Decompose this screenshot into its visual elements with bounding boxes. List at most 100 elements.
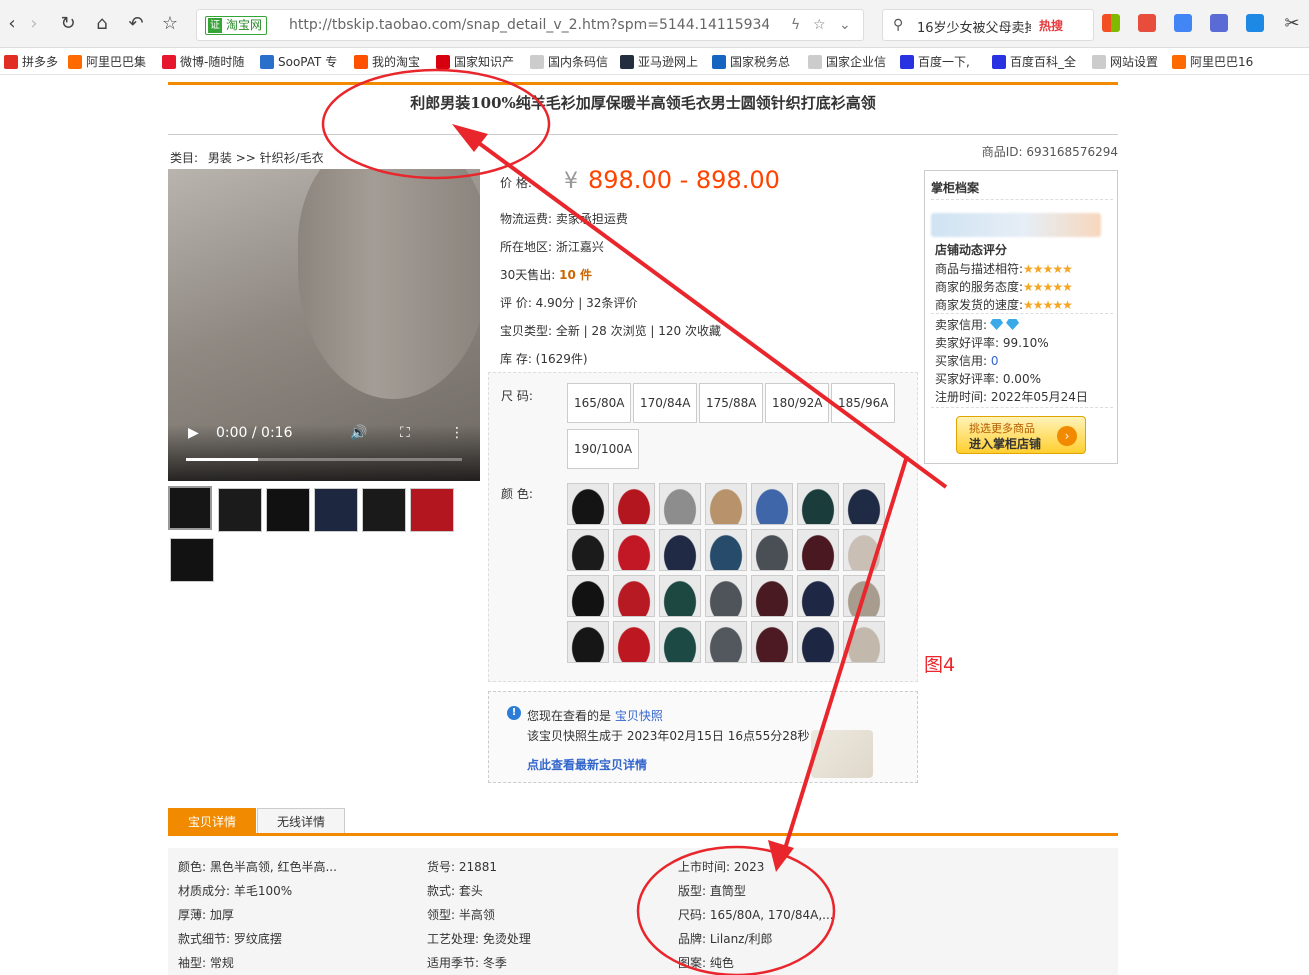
bookmark-favicon-icon <box>712 55 726 69</box>
thumbnail-5[interactable] <box>362 488 406 532</box>
color-swatch[interactable] <box>567 621 609 663</box>
color-swatch[interactable] <box>659 483 701 525</box>
bookmark-item[interactable]: 国家税务总 <box>712 53 790 70</box>
size-option[interactable]: 190/100A <box>567 429 640 469</box>
attribute-item: 上市时间: 2023 <box>678 860 765 874</box>
color-swatch[interactable] <box>705 621 747 663</box>
color-swatch[interactable] <box>705 483 747 525</box>
color-swatch[interactable] <box>613 575 655 617</box>
game-icon[interactable] <box>1138 14 1156 32</box>
color-swatch[interactable] <box>843 529 885 571</box>
search-box[interactable]: ⚲ 16岁少女被父母卖掉 热搜 <box>882 9 1094 41</box>
apps-icon[interactable] <box>1102 14 1120 32</box>
color-swatch[interactable] <box>705 575 747 617</box>
color-swatch[interactable] <box>613 621 655 663</box>
bookmark-item[interactable]: 阿里巴巴集 <box>68 53 146 70</box>
color-swatch[interactable] <box>705 529 747 571</box>
video-progress-bar[interactable] <box>186 458 462 461</box>
color-swatch[interactable] <box>843 483 885 525</box>
bookmark-item[interactable]: 阿里巴巴16 <box>1172 53 1253 70</box>
volume-icon[interactable]: 🔊 <box>350 425 367 441</box>
breadcrumb-path[interactable]: 男装 >> 针织衫/毛衣 <box>208 151 324 165</box>
size-option[interactable]: 180/92A <box>765 383 830 423</box>
bookmark-item[interactable]: 网站设置 <box>1092 53 1158 70</box>
fullscreen-icon[interactable]: ⛶ <box>400 425 410 441</box>
chevron-down-icon[interactable]: ⌄ <box>839 17 851 33</box>
color-swatch[interactable] <box>751 483 793 525</box>
bookmark-item[interactable]: 拼多多 <box>4 53 58 70</box>
bookmark-item[interactable]: 国内条码信 <box>530 53 608 70</box>
snapshot-link[interactable]: 宝贝快照 <box>615 709 663 723</box>
seller-divider-3 <box>931 407 1113 408</box>
color-swatch[interactable] <box>751 621 793 663</box>
color-swatch[interactable] <box>797 575 839 617</box>
url-text[interactable]: http://tbskip.taobao.com/snap_detail_v_2… <box>289 17 769 33</box>
color-swatch[interactable] <box>659 529 701 571</box>
color-swatch[interactable] <box>843 621 885 663</box>
bookmark-item[interactable]: SooPAT 专 <box>260 53 337 70</box>
translate-icon[interactable] <box>1174 14 1192 32</box>
thumbnail-1[interactable] <box>168 486 212 530</box>
attribute-item: 工艺处理: 免烫处理 <box>427 932 531 946</box>
color-swatch[interactable] <box>567 575 609 617</box>
breadcrumb-label: 类目: <box>170 151 199 165</box>
arrow-right-icon: › <box>1057 426 1077 446</box>
size-option[interactable]: 170/84A <box>633 383 698 423</box>
color-swatch[interactable] <box>751 575 793 617</box>
thumbnail-6[interactable] <box>410 488 454 532</box>
lightning-icon[interactable]: ϟ <box>791 17 800 33</box>
bookmark-item[interactable]: 微博-随时随 <box>162 53 244 70</box>
more-options-icon[interactable]: ⋮ <box>450 425 464 441</box>
tab-mobile-detail[interactable]: 无线详情 <box>257 808 345 834</box>
color-swatch[interactable] <box>659 575 701 617</box>
thumbnail-4[interactable] <box>314 488 358 532</box>
desc-match-stars: ★★★★★ <box>1023 262 1073 276</box>
color-swatch[interactable] <box>797 621 839 663</box>
color-swatch[interactable] <box>567 483 609 525</box>
extension-cube-icon[interactable] <box>1210 14 1228 32</box>
home-icon[interactable]: ⌂ <box>90 12 114 36</box>
forward-icon[interactable]: › <box>22 12 46 36</box>
thumbnail-3[interactable] <box>266 488 310 532</box>
size-option[interactable]: 185/96A <box>831 383 896 423</box>
color-swatch[interactable] <box>659 621 701 663</box>
enter-shop-button[interactable]: 挑选更多商品 进入掌柜店铺 › <box>956 416 1086 454</box>
color-swatch[interactable] <box>797 529 839 571</box>
latest-detail-link[interactable]: 点此查看最新宝贝详情 <box>527 756 647 773</box>
buyer-credit-label: 买家信用: <box>935 354 988 368</box>
bookmark-item[interactable]: 国家知识产 <box>436 53 514 70</box>
size-option[interactable]: 165/80A <box>567 383 632 423</box>
screenshot-icon[interactable] <box>1246 14 1264 32</box>
color-swatch[interactable] <box>567 529 609 571</box>
bookmark-item[interactable]: 亚马逊网上 <box>620 53 698 70</box>
thumbnail-2[interactable] <box>218 488 262 532</box>
delivery-stars: ★★★★★ <box>1023 298 1073 312</box>
color-swatch[interactable] <box>613 483 655 525</box>
bookmark-item[interactable]: 百度百科_全 <box>992 53 1076 70</box>
seller-name-blurred[interactable] <box>931 213 1101 237</box>
favorite-star-icon[interactable]: ☆ <box>158 12 182 36</box>
scissors-icon[interactable]: ✂ <box>1280 12 1304 36</box>
play-icon[interactable]: ▶ <box>188 425 199 441</box>
bookmark-item[interactable]: 我的淘宝 <box>354 53 420 70</box>
color-swatch[interactable] <box>751 529 793 571</box>
thumbnail-7[interactable] <box>170 538 214 582</box>
bookmark-item[interactable]: 国家企业信 <box>808 53 886 70</box>
reload-icon[interactable]: ↻ <box>56 12 80 36</box>
search-input[interactable]: 16岁少女被父母卖掉 <box>917 17 1031 36</box>
size-option[interactable]: 175/88A <box>699 383 764 423</box>
bookmark-item[interactable]: 百度一下, <box>900 53 970 70</box>
diamond-icon <box>1006 319 1020 330</box>
back-icon[interactable]: ‹ <box>0 12 24 36</box>
hot-search-badge[interactable]: 热搜 <box>1039 17 1063 34</box>
color-swatch[interactable] <box>797 483 839 525</box>
undo-close-icon[interactable]: ↶ <box>124 12 148 36</box>
product-video[interactable]: ▶ 0:00 / 0:16 🔊 ⛶ ⋮ <box>168 169 480 481</box>
search-icon: ⚲ <box>893 17 904 33</box>
site-cert-badge[interactable]: 淘宝网 <box>205 16 268 35</box>
color-swatch[interactable] <box>843 575 885 617</box>
address-bar[interactable]: 淘宝网 http://tbskip.taobao.com/snap_detail… <box>196 9 864 41</box>
bookmark-star-icon[interactable]: ☆ <box>813 17 826 33</box>
color-swatch[interactable] <box>613 529 655 571</box>
tab-item-detail[interactable]: 宝贝详情 <box>168 808 256 834</box>
